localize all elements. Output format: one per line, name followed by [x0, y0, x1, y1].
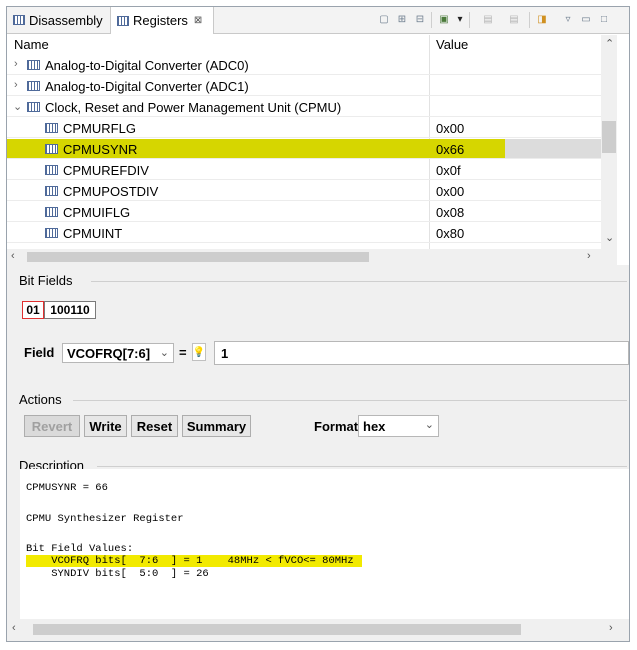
desc-line: Bit Field Values: — [26, 543, 134, 555]
horizontal-scrollbar[interactable]: ‹ › — [7, 249, 617, 265]
field-label: Field — [24, 345, 55, 360]
table-row[interactable]: CPMUREFDIV 0x0f — [7, 160, 601, 180]
row-value[interactable]: 0x66 — [436, 142, 464, 157]
register-icon — [45, 186, 58, 196]
table-row[interactable]: CPMUIFLG 0x08 — [7, 202, 601, 222]
chevron-right-icon[interactable]: › — [14, 58, 18, 70]
column-value[interactable]: Value — [436, 37, 468, 52]
write-button[interactable]: Write — [84, 415, 127, 437]
format-label: Format — [314, 419, 359, 434]
equals-label: = — [179, 345, 187, 360]
lightbulb-icon[interactable]: 💡 — [192, 343, 206, 361]
scroll-down-icon[interactable]: ⌄ — [605, 231, 614, 244]
register-icon — [45, 165, 58, 175]
close-icon[interactable]: ⊠ — [194, 15, 202, 26]
chevron-down-icon: ⌄ — [159, 347, 169, 359]
tab-label: Disassembly — [29, 12, 103, 28]
tab-label: Registers — [133, 13, 188, 28]
column-name[interactable]: Name — [14, 37, 49, 52]
scroll-left-icon[interactable]: ‹ — [11, 250, 15, 262]
bit-field-selected[interactable]: 01 — [22, 301, 44, 319]
peripheral-icon — [27, 81, 40, 91]
desc-line-highlighted: VCOFRQ bits[ 7:6 ] = 1 48MHz < fVCO<= 80… — [26, 555, 362, 567]
disassembly-icon — [13, 15, 25, 25]
register-icon — [45, 144, 58, 154]
row-name: CPMUINT — [63, 226, 123, 241]
scroll-left-icon[interactable]: ‹ — [12, 622, 16, 634]
maximize-icon[interactable]: □ — [597, 13, 611, 26]
table-row[interactable]: ⌄ Clock, Reset and Power Management Unit… — [7, 97, 601, 117]
row-value[interactable]: 0x00 — [436, 121, 464, 136]
register-icon — [45, 228, 58, 238]
table-row[interactable]: CPMUINT 0x80 — [7, 223, 601, 243]
table-row[interactable]: › Analog-to-Digital Converter (ADC0) — [7, 55, 601, 75]
desc-line: CPMU Synthesizer Register — [26, 513, 184, 525]
format-icon[interactable]: ▤ — [477, 13, 499, 26]
new-view-icon[interactable]: ◨ — [535, 13, 549, 26]
row-name: Analog-to-Digital Converter (ADC1) — [45, 79, 249, 94]
collapse-all-icon[interactable]: ▢ — [377, 13, 391, 26]
horizontal-scrollbar[interactable]: ‹ › — [7, 620, 629, 638]
register-icon — [45, 207, 58, 217]
details-panel: Bit Fields 01 100110 Field VCOFRQ[7:6] ⌄… — [7, 265, 629, 641]
table-row-selected[interactable]: CPMUSYNR 0x66 — [7, 139, 601, 159]
vertical-scrollbar[interactable]: ⌃ ⌄ — [601, 35, 617, 249]
bit-field[interactable]: 100110 — [44, 301, 96, 319]
peripheral-icon — [27, 60, 40, 70]
desc-line: SYNDIV bits[ 5:0 ] = 26 — [26, 568, 209, 580]
bitfields-title: Bit Fields — [19, 273, 73, 288]
chevron-right-icon[interactable]: › — [14, 79, 18, 91]
table-header: Name Value — [7, 34, 629, 54]
revert-button[interactable]: Revert — [24, 415, 80, 437]
table-row[interactable]: › Analog-to-Digital Converter (ADC1) — [7, 76, 601, 96]
row-name: CPMURFLG — [63, 121, 136, 136]
description-text: CPMUSYNR = 66 CPMU Synthesizer Register … — [20, 469, 629, 619]
tab-registers[interactable]: Registers ⊠ — [110, 7, 214, 34]
expand-all-icon[interactable]: ⊞ — [395, 13, 409, 26]
scroll-right-icon[interactable]: › — [587, 250, 591, 262]
row-name: CPMUSYNR — [63, 142, 138, 157]
tab-disassembly[interactable]: Disassembly — [7, 7, 110, 33]
row-value[interactable]: 0x80 — [436, 226, 464, 241]
register-icon — [45, 123, 58, 133]
reset-button[interactable]: Reset — [131, 415, 178, 437]
row-value[interactable]: 0x0f — [436, 163, 461, 178]
row-name: Analog-to-Digital Converter (ADC0) — [45, 58, 249, 73]
summary-button[interactable]: Summary — [182, 415, 251, 437]
row-name: Clock, Reset and Power Management Unit (… — [45, 100, 342, 115]
format-select[interactable]: hex ⌄ — [358, 415, 439, 437]
scroll-thumb[interactable] — [33, 624, 521, 635]
desc-line: CPMUSYNR = 66 — [26, 482, 108, 494]
row-value[interactable]: 0x08 — [436, 205, 464, 220]
view-menu-icon[interactable]: ▿ — [561, 13, 575, 26]
field-select[interactable]: VCOFRQ[7:6] ⌄ — [62, 343, 174, 363]
scroll-up-icon[interactable]: ⌃ — [605, 37, 614, 50]
filter-icon[interactable]: ▣ — [437, 13, 451, 26]
actions-title: Actions — [19, 392, 62, 407]
table-row[interactable]: CPMUPOSTDIV 0x00 — [7, 181, 601, 201]
field-value-input[interactable]: 1 — [214, 341, 629, 365]
row-name: CPMUPOSTDIV — [63, 184, 159, 199]
registers-icon — [117, 15, 129, 26]
scroll-thumb[interactable] — [27, 252, 369, 262]
dropdown-arrow-icon[interactable]: ▾ — [453, 13, 467, 26]
tab-bar: Disassembly Registers ⊠ ▢ ⊞ ⊟ ▣ ▾ ▤ ▤ ◨ … — [7, 7, 629, 34]
chevron-down-icon: ⌄ — [424, 419, 434, 431]
format-alt-icon[interactable]: ▤ — [503, 13, 525, 26]
peripheral-icon — [27, 102, 40, 112]
row-name: CPMUREFDIV — [63, 163, 149, 178]
chevron-down-icon[interactable]: ⌄ — [13, 100, 22, 113]
row-name: CPMUIFLG — [63, 205, 131, 220]
row-value[interactable]: 0x00 — [436, 184, 464, 199]
registers-view: Disassembly Registers ⊠ ▢ ⊞ ⊟ ▣ ▾ ▤ ▤ ◨ … — [6, 6, 630, 642]
table-row[interactable]: CPMURFLG 0x00 — [7, 118, 601, 138]
collapse-icon[interactable]: ⊟ — [413, 13, 427, 26]
scroll-right-icon[interactable]: › — [609, 622, 613, 634]
minimize-icon[interactable]: ▭ — [579, 13, 593, 26]
scroll-thumb[interactable] — [602, 121, 616, 153]
